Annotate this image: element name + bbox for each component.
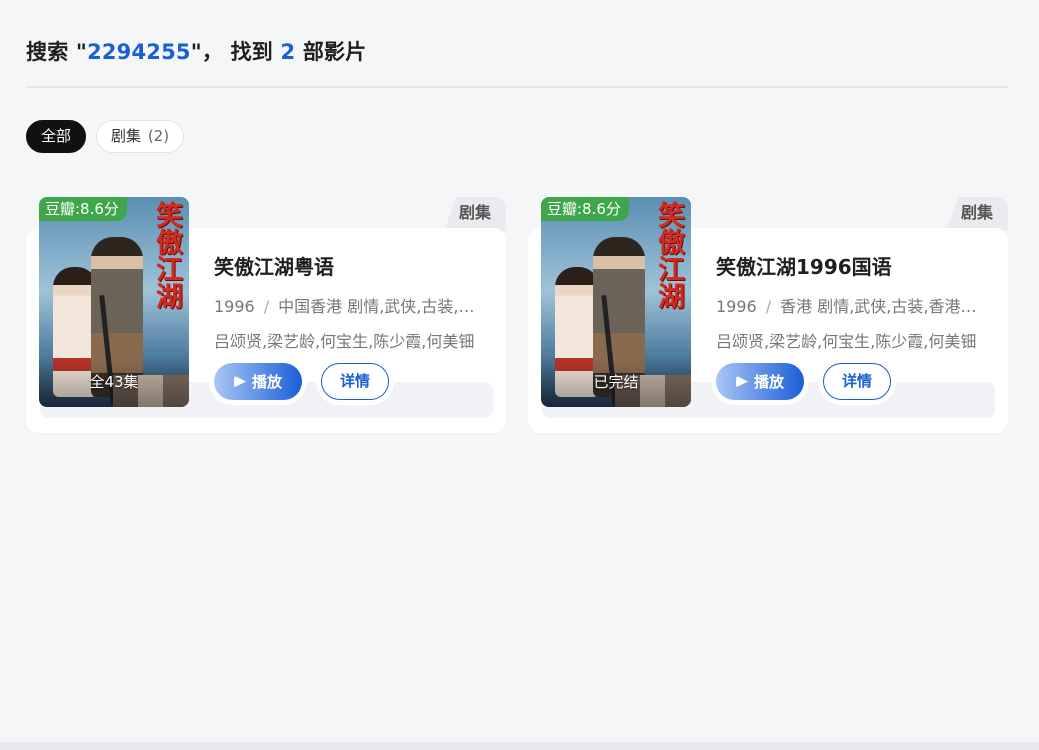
result-card[interactable]: 剧集 笑傲江湖 豆瓣:8.6分 全43集 笑傲江湖粤语 1996 / 中国香港 剧情…: [26, 197, 506, 433]
play-label: 播放: [251, 373, 282, 391]
poster-calligraphy-title: 笑傲江湖: [151, 201, 182, 309]
search-mid: "， 找到: [190, 40, 281, 64]
play-icon: [233, 375, 246, 388]
card-cast: 吕颂贤,梁艺龄,何宝生,陈少霞,何美钿: [716, 332, 977, 351]
episode-status: 已完结: [593, 373, 639, 391]
poster-calligraphy-title: 笑傲江湖: [653, 201, 684, 309]
filter-chip-label: 剧集: [111, 127, 142, 145]
filter-chip-series[interactable]: 剧集 (2): [96, 120, 185, 153]
bottom-bar: [0, 742, 1039, 750]
play-icon: [735, 375, 748, 388]
meta-separator: /: [263, 297, 270, 316]
filter-chip-label: 全部: [41, 127, 72, 145]
search-suffix: 部影片: [295, 40, 367, 64]
search-summary: 搜索 "2294255"， 找到 2 部影片: [26, 36, 366, 66]
card-info: 笑傲江湖1996国语 1996 / 香港 剧情,武侠,古装,香港,中国 吕颂贤,梁艺…: [716, 251, 986, 352]
card-genres: 香港 剧情,武侠,古装,香港,中国: [780, 297, 978, 316]
filter-bar: 全部 剧集 (2): [26, 120, 185, 153]
result-count: 2: [280, 40, 296, 64]
card-title[interactable]: 笑傲江湖粤语: [214, 251, 484, 280]
meta-separator: /: [765, 297, 772, 316]
search-query: 2294255: [87, 40, 191, 64]
result-card[interactable]: 剧集 笑傲江湖 豆瓣:8.6分 已完结 笑傲江湖1996国语 1996 / 香港 剧…: [528, 197, 1008, 433]
card-year: 1996: [214, 297, 255, 316]
play-button[interactable]: 播放: [214, 363, 302, 400]
card-meta: 1996 / 中国香港 剧情,武侠,古装,香港: [214, 293, 476, 317]
poster-image[interactable]: 笑傲江湖 豆瓣:8.6分 全43集: [39, 197, 189, 407]
card-year: 1996: [716, 297, 757, 316]
poster-image[interactable]: 笑傲江湖 豆瓣:8.6分 已完结: [541, 197, 691, 407]
card-info: 笑傲江湖粤语 1996 / 中国香港 剧情,武侠,古装,香港 吕颂贤,梁艺龄,何宝生…: [214, 251, 484, 352]
card-meta: 1996 / 香港 剧情,武侠,古装,香港,中国: [716, 293, 978, 317]
card-actions: 播放 详情: [716, 363, 891, 400]
filter-chip-count: (2): [147, 127, 170, 145]
play-button[interactable]: 播放: [716, 363, 804, 400]
card-genres: 中国香港 剧情,武侠,古装,香港: [278, 297, 476, 316]
search-prefix: 搜索 ": [26, 40, 88, 64]
detail-button[interactable]: 详情: [321, 363, 389, 400]
douban-rating-badge: 豆瓣:8.6分: [541, 197, 629, 221]
card-title[interactable]: 笑傲江湖1996国语: [716, 251, 986, 280]
type-tab: 剧集: [946, 197, 1008, 231]
filter-chip-all[interactable]: 全部: [26, 120, 87, 153]
card-cast: 吕颂贤,梁艺龄,何宝生,陈少霞,何美钿: [214, 332, 475, 351]
douban-rating-badge: 豆瓣:8.6分: [39, 197, 127, 221]
detail-button[interactable]: 详情: [823, 363, 891, 400]
play-label: 播放: [753, 373, 784, 391]
header-divider: [26, 86, 1008, 88]
type-tab: 剧集: [444, 197, 506, 231]
episode-status: 全43集: [89, 373, 139, 391]
card-actions: 播放 详情: [214, 363, 389, 400]
